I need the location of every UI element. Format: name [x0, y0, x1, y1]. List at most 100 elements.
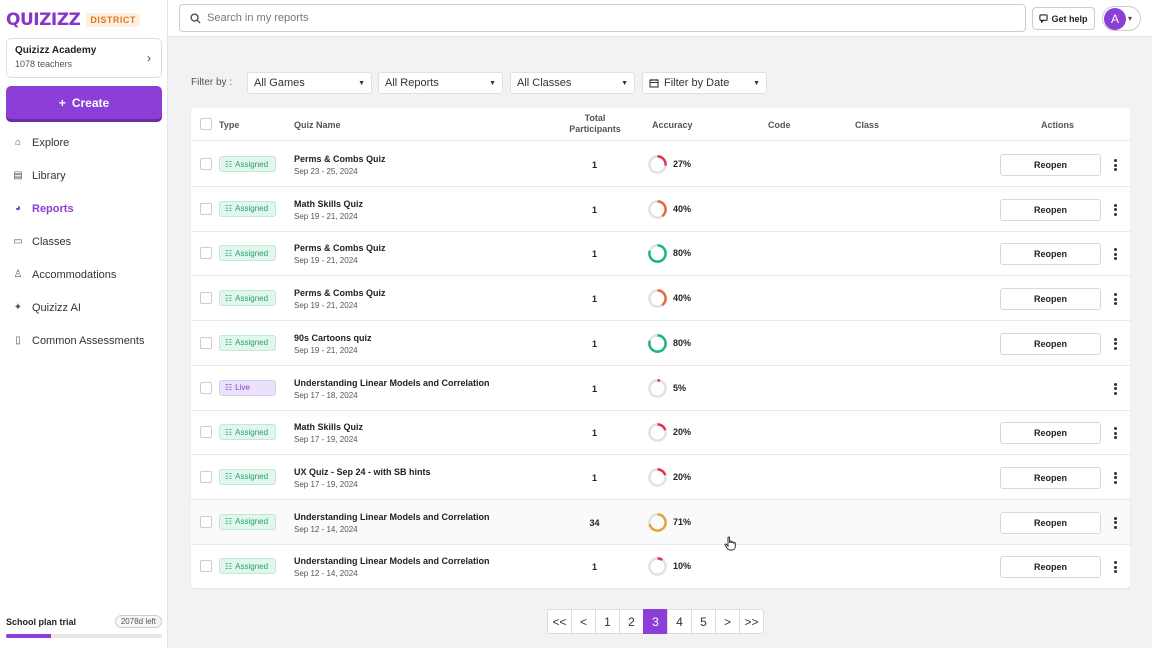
table-row[interactable]: ☷ Assigned Math Skills Quiz Sep 19 - 21, 20…	[191, 187, 1130, 232]
get-help-label: Get help	[1051, 13, 1088, 24]
sidebar-item-explore[interactable]: ⌂ Explore	[0, 126, 167, 159]
row-checkbox[interactable]	[200, 292, 212, 305]
create-button[interactable]: + Create	[6, 86, 162, 119]
row-checkbox[interactable]	[200, 470, 212, 483]
reopen-button[interactable]: Reopen	[1000, 556, 1101, 579]
sidebar-item-label: Reports	[32, 202, 74, 215]
type-label: Assigned	[235, 561, 269, 571]
table-row[interactable]: ☷ Assigned Perms & Combs Quiz Sep 19 - 21, …	[191, 231, 1130, 277]
chevron-right-icon: ›	[147, 51, 151, 65]
sidebar-item-quizizz-ai[interactable]: ✦ Quizizz AI	[0, 291, 167, 324]
assigned-badge: ☷ Assigned	[219, 200, 276, 217]
quiz-name[interactable]: Perms & Combs Quiz	[294, 288, 386, 298]
search-input[interactable]	[207, 12, 987, 24]
table-row[interactable]: ☷ Assigned 90s Cartoons quiz Sep 19 - 21, 2…	[191, 321, 1130, 366]
trial-banner[interactable]: School plan trial 2078d left	[6, 615, 162, 638]
more-options-icon[interactable]	[1109, 516, 1121, 530]
row-checkbox[interactable]	[200, 381, 212, 394]
list-icon: ☷	[225, 338, 233, 348]
col-quiz-name: Quiz Name	[294, 120, 341, 130]
type-label: Assigned	[235, 472, 269, 482]
accuracy-value: 10%	[673, 561, 692, 572]
quiz-name[interactable]: Perms & Combs Quiz	[294, 243, 386, 253]
table-row[interactable]: ☷ Assigned UX Quiz - Sep 24 - with SB hint…	[191, 455, 1130, 500]
row-checkbox[interactable]	[200, 560, 212, 573]
reopen-button[interactable]: Reopen	[1000, 466, 1101, 489]
table-row[interactable]: ☷ Assigned Math Skills Quiz Sep 17 - 19, 20…	[191, 410, 1130, 456]
reopen-button[interactable]: Reopen	[1000, 198, 1101, 221]
col-actions: Actions	[1041, 120, 1075, 130]
table-row[interactable]: ☷ Assigned Perms & Combs Quiz Sep 23 - 25, …	[191, 142, 1130, 187]
more-options-icon[interactable]	[1109, 382, 1121, 396]
list-icon: ☷	[225, 383, 233, 392]
games-filter-dropdown[interactable]: All Games ▼	[247, 72, 372, 94]
brand-badge: DISTRICT	[86, 13, 140, 27]
more-options-icon[interactable]	[1109, 247, 1121, 261]
account-menu[interactable]: A ▾	[1102, 6, 1141, 31]
quiz-name[interactable]: UX Quiz - Sep 24 - with SB hints	[294, 467, 431, 477]
row-checkbox[interactable]	[200, 336, 212, 349]
page-4-button[interactable]: 4	[667, 609, 692, 634]
table-row[interactable]: ☷ Assigned Perms & Combs Quiz Sep 19 - 21, …	[191, 276, 1130, 322]
reopen-button[interactable]: Reopen	[1000, 243, 1101, 266]
reopen-button[interactable]: Reopen	[1000, 288, 1101, 311]
quiz-name[interactable]: Perms & Combs Quiz	[294, 154, 386, 164]
page-5-button[interactable]: 5	[691, 609, 716, 634]
quiz-name[interactable]: Math Skills Quiz	[294, 199, 363, 209]
type-label: Assigned	[235, 293, 269, 303]
brand-logo[interactable]: QUIZIZZ DISTRICT	[6, 10, 140, 30]
caret-down-icon: ▼	[358, 79, 365, 87]
reopen-button[interactable]: Reopen	[1000, 154, 1101, 176]
table-row[interactable]: ☷ Live Understanding Linear Models and Cor…	[191, 366, 1130, 411]
caret-down-icon: ▼	[753, 79, 760, 87]
accuracy-ring	[648, 199, 667, 219]
org-switcher[interactable]: Quizizz Academy 1078 teachers ›	[6, 38, 162, 78]
sidebar-item-common-assessments[interactable]: ▯ Common Assessments	[0, 324, 167, 357]
row-checkbox[interactable]	[200, 515, 212, 528]
more-options-icon[interactable]	[1109, 158, 1121, 172]
first-page-button[interactable]: <<	[547, 609, 572, 634]
sidebar-item-classes[interactable]: ▭ Classes	[0, 225, 167, 258]
reopen-button[interactable]: Reopen	[1000, 511, 1101, 534]
sidebar-item-library[interactable]: ▤ Library	[0, 159, 167, 192]
caret-down-icon: ▼	[489, 79, 496, 87]
more-options-icon[interactable]	[1109, 203, 1121, 217]
total-participants: 34	[589, 517, 600, 528]
reports-filter-dropdown[interactable]: All Reports ▼	[378, 72, 503, 94]
type-label: Assigned	[235, 204, 269, 214]
reopen-button[interactable]: Reopen	[1000, 332, 1101, 355]
more-options-icon[interactable]	[1109, 337, 1121, 351]
select-all-checkbox[interactable]	[200, 118, 212, 130]
classes-filter-dropdown[interactable]: All Classes ▼	[510, 72, 635, 94]
more-options-icon[interactable]	[1109, 560, 1121, 574]
row-checkbox[interactable]	[200, 158, 212, 170]
page-3-button[interactable]: 3	[643, 609, 668, 634]
table-row[interactable]: ☷ Assigned Understanding Linear Models and…	[191, 544, 1130, 590]
quiz-name[interactable]: 90s Cartoons quiz	[294, 333, 372, 343]
sidebar-item-reports[interactable]: ◕ Reports	[0, 192, 167, 225]
more-options-icon[interactable]	[1109, 292, 1121, 306]
next-page-button[interactable]: >	[715, 609, 740, 634]
get-help-button[interactable]: Get help	[1032, 7, 1095, 30]
quiz-name[interactable]: Understanding Linear Models and Correlat…	[294, 512, 490, 522]
more-options-icon[interactable]	[1109, 471, 1121, 485]
date-filter-dropdown[interactable]: Filter by Date ▼	[642, 72, 767, 94]
quiz-name[interactable]: Math Skills Quiz	[294, 422, 363, 432]
quiz-name[interactable]: Understanding Linear Models and Correlat…	[294, 556, 490, 566]
quiz-date: Sep 19 - 21, 2024	[294, 211, 358, 221]
sidebar-item-accommodations[interactable]: ♙ Accommodations	[0, 258, 167, 291]
search-box[interactable]	[179, 4, 1026, 32]
page-1-button[interactable]: 1	[595, 609, 620, 634]
page-2-button[interactable]: 2	[619, 609, 644, 634]
quiz-name[interactable]: Understanding Linear Models and Correlat…	[294, 378, 490, 388]
row-checkbox[interactable]	[200, 202, 212, 215]
reopen-button[interactable]: Reopen	[1000, 422, 1101, 445]
row-checkbox[interactable]	[200, 426, 212, 439]
home-icon: ⌂	[14, 137, 22, 148]
quiz-date: Sep 23 - 25, 2024	[294, 167, 358, 176]
table-row[interactable]: ☷ Assigned Understanding Linear Models and…	[191, 499, 1130, 545]
row-checkbox[interactable]	[200, 247, 212, 260]
more-options-icon[interactable]	[1109, 426, 1121, 440]
last-page-button[interactable]: >>	[739, 609, 764, 634]
prev-page-button[interactable]: <	[571, 609, 596, 634]
